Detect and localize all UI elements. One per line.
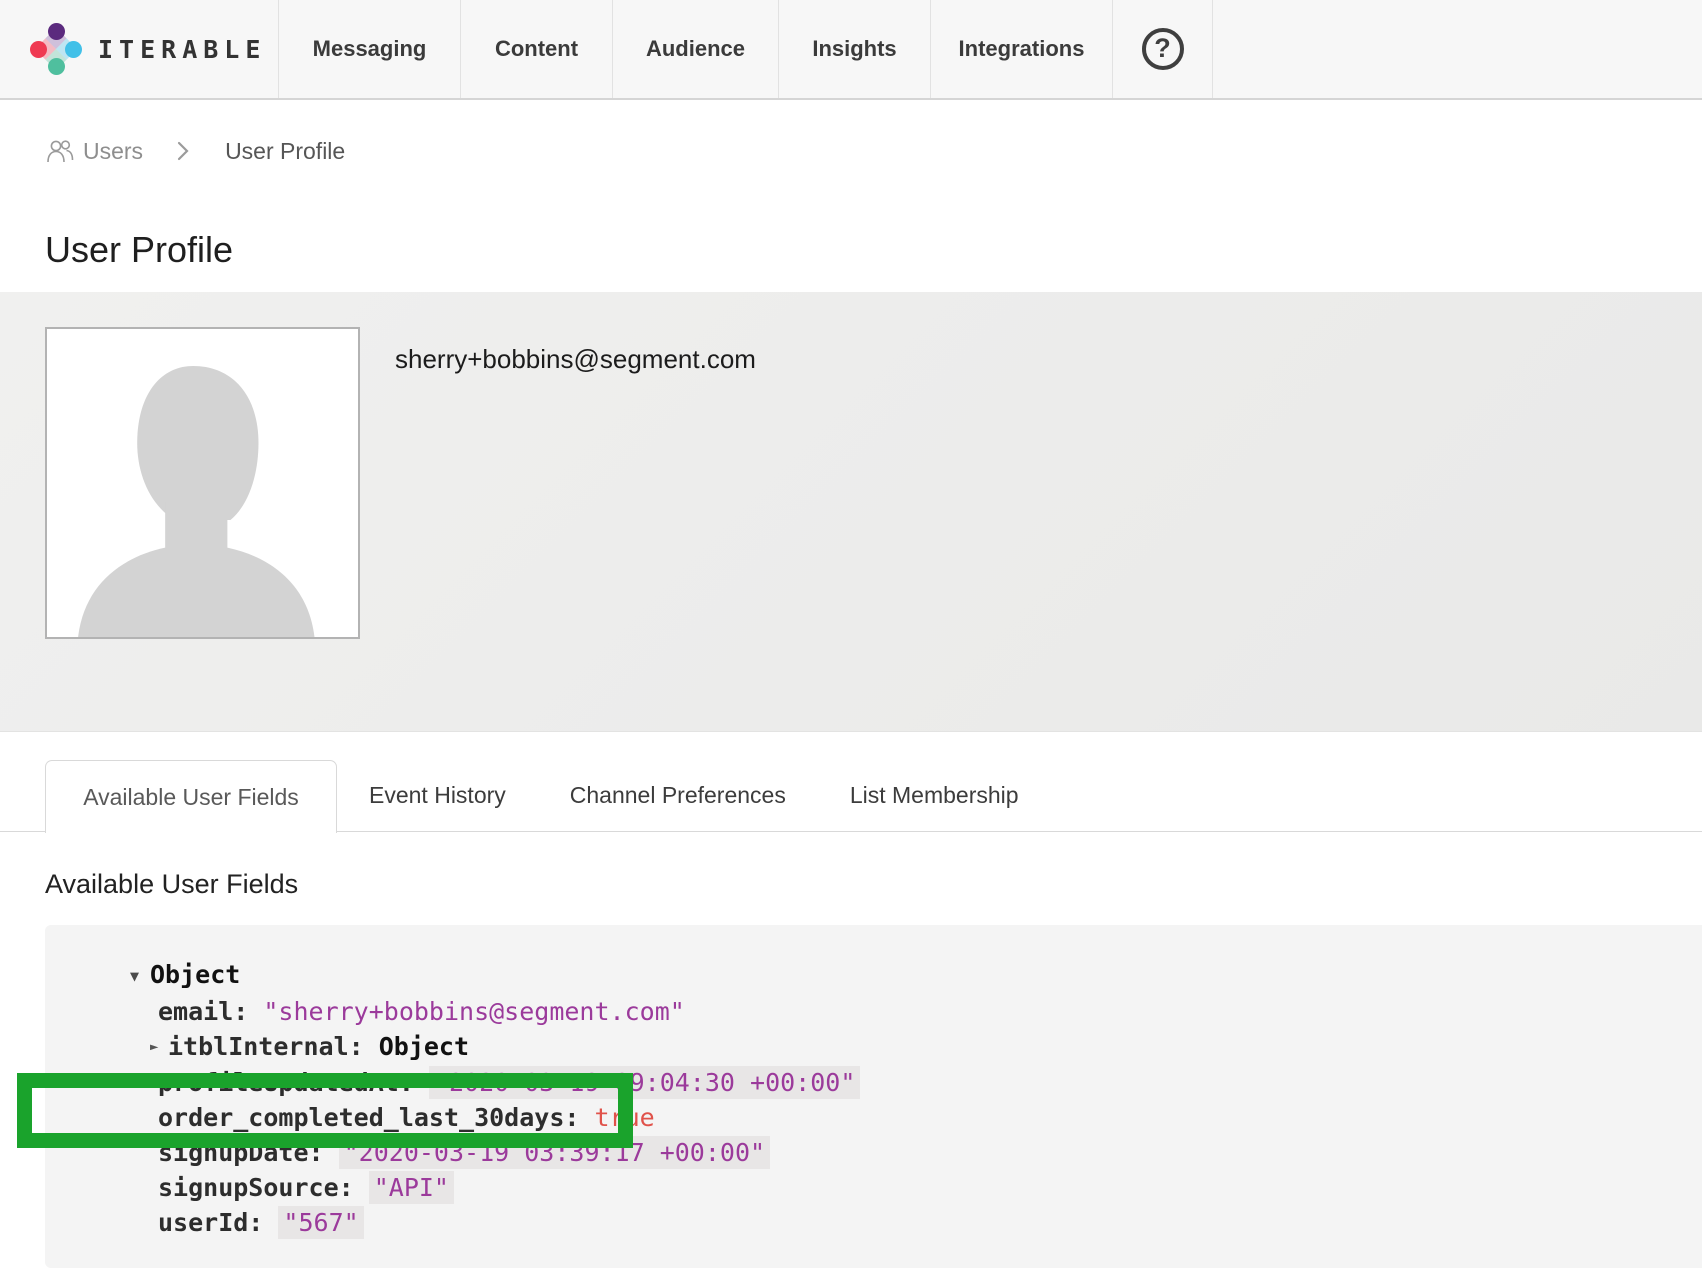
breadcrumb-users-link[interactable]: Users [45,138,143,165]
field-key: profileUpdatedAt: [158,1068,429,1097]
expand-arrow-icon[interactable]: ► [150,1030,168,1065]
field-signupSource: signupSource: "API" [45,1170,1702,1205]
brand-logo[interactable]: ITERABLE [0,0,278,98]
field-order-completed-last-30days: order_completed_last_30days: true [45,1100,1702,1135]
page-title: User Profile [45,229,1702,271]
field-value: "567" [278,1206,363,1239]
field-key: order_completed_last_30days: [158,1103,595,1132]
field-profileUpdatedAt: profileUpdatedAt: "2020-03-19 09:04:30 +… [45,1065,1702,1100]
field-key: email: [158,997,263,1026]
field-value: "API" [369,1171,454,1204]
field-key: signupSource: [158,1173,369,1202]
tab-available-user-fields[interactable]: Available User Fields [45,760,337,833]
breadcrumb-current: User Profile [225,138,345,165]
tab-list-membership[interactable]: List Membership [818,760,1051,831]
user-email: sherry+bobbins@segment.com [395,344,756,731]
help-icon: ? [1142,28,1184,70]
nav-item-messaging[interactable]: Messaging [278,0,460,98]
brand-name: ITERABLE [98,35,266,64]
tab-event-history[interactable]: Event History [337,760,538,831]
field-value: Object [150,960,240,989]
collapse-arrow-icon[interactable]: ▼ [130,959,150,994]
breadcrumb-users-label: Users [83,138,143,165]
object-root: ▼Object [45,957,1702,994]
field-key: userId: [158,1208,278,1237]
field-userId: userId: "567" [45,1205,1702,1240]
field-key: itblInternal: [168,1032,379,1061]
user-fields-tree: ▼Objectemail: "sherry+bobbins@segment.co… [45,925,1702,1268]
breadcrumb: Users User Profile [45,135,1702,167]
field-value: Object [379,1032,469,1061]
field-value: true [595,1103,655,1132]
field-value: "sherry+bobbins@segment.com" [263,997,684,1026]
profile-tabs: Available User Fields Event History Chan… [0,760,1702,832]
nav-item-insights[interactable]: Insights [778,0,930,98]
avatar [45,327,360,639]
profile-header: sherry+bobbins@segment.com [0,292,1702,732]
field-value: "2020-03-19 03:39:17 +00:00" [339,1136,770,1169]
field-email: email: "sherry+bobbins@segment.com" [45,994,1702,1029]
nav-item-content[interactable]: Content [460,0,612,98]
tab-channel-preferences[interactable]: Channel Preferences [538,760,818,831]
users-icon [45,138,75,164]
field-key: signupDate: [158,1138,339,1167]
field-signupDate: signupDate: "2020-03-19 03:39:17 +00:00" [45,1135,1702,1170]
breadcrumb-chevron-icon [177,141,189,161]
field-itblInternal: ►itblInternal: Object [45,1029,1702,1066]
help-button[interactable]: ? [1112,0,1213,98]
top-nav: ITERABLE Messaging Content Audience Insi… [0,0,1702,100]
iterable-logo-icon [30,23,82,75]
nav-item-integrations[interactable]: Integrations [930,0,1112,98]
section-heading: Available User Fields [45,869,1702,900]
nav-item-audience[interactable]: Audience [612,0,778,98]
user-fields-panel: ▼Objectemail: "sherry+bobbins@segment.co… [0,925,1702,1268]
person-silhouette-icon [47,329,358,637]
field-value: "2020-03-19 09:04:30 +00:00" [429,1066,860,1099]
